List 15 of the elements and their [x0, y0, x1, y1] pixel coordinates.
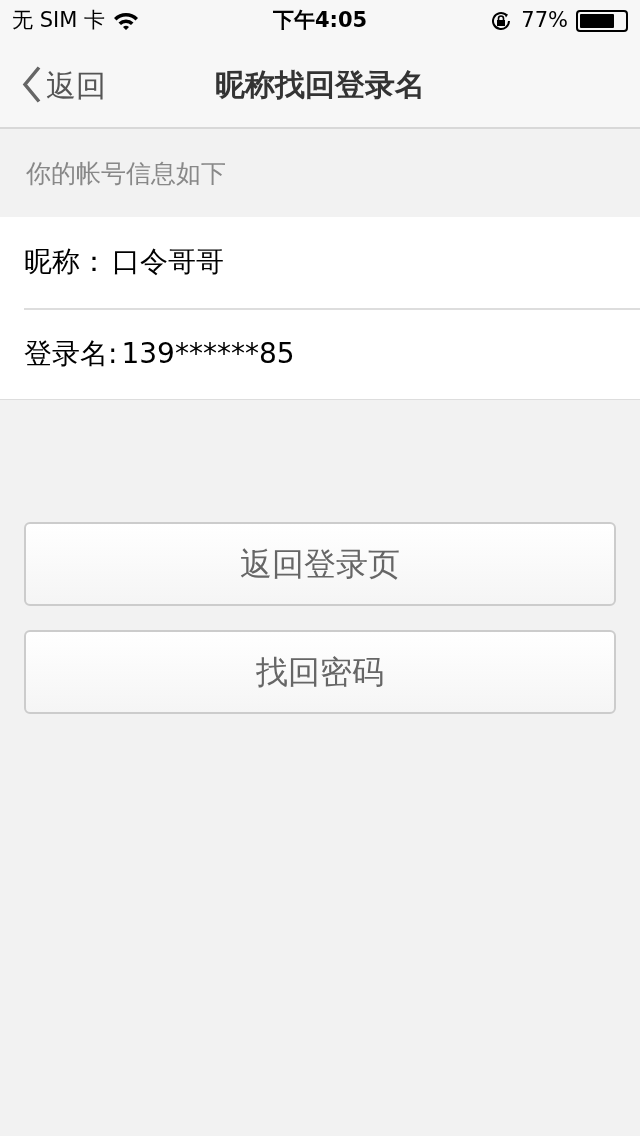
- page-title: 昵称找回登录名: [215, 66, 425, 104]
- carrier-text: 无 SIM 卡: [12, 7, 105, 35]
- field-value: 139******85: [121, 336, 295, 372]
- back-button[interactable]: 返回: [22, 62, 106, 107]
- battery-icon: [576, 10, 628, 32]
- chevron-left-icon: [22, 65, 42, 104]
- action-button[interactable]: 找回密码: [24, 629, 616, 714]
- field-label: 昵称：: [24, 244, 108, 280]
- field-value: 口令哥哥: [112, 244, 224, 280]
- clock-text: 下午4:05: [272, 7, 368, 35]
- section-header: 你的帐号信息如下: [25, 158, 227, 190]
- wifi-icon: [113, 11, 139, 31]
- battery-percent: 77%: [521, 7, 568, 35]
- field-label: 登录名:: [24, 336, 118, 372]
- action-button[interactable]: 返回登录页: [24, 521, 616, 606]
